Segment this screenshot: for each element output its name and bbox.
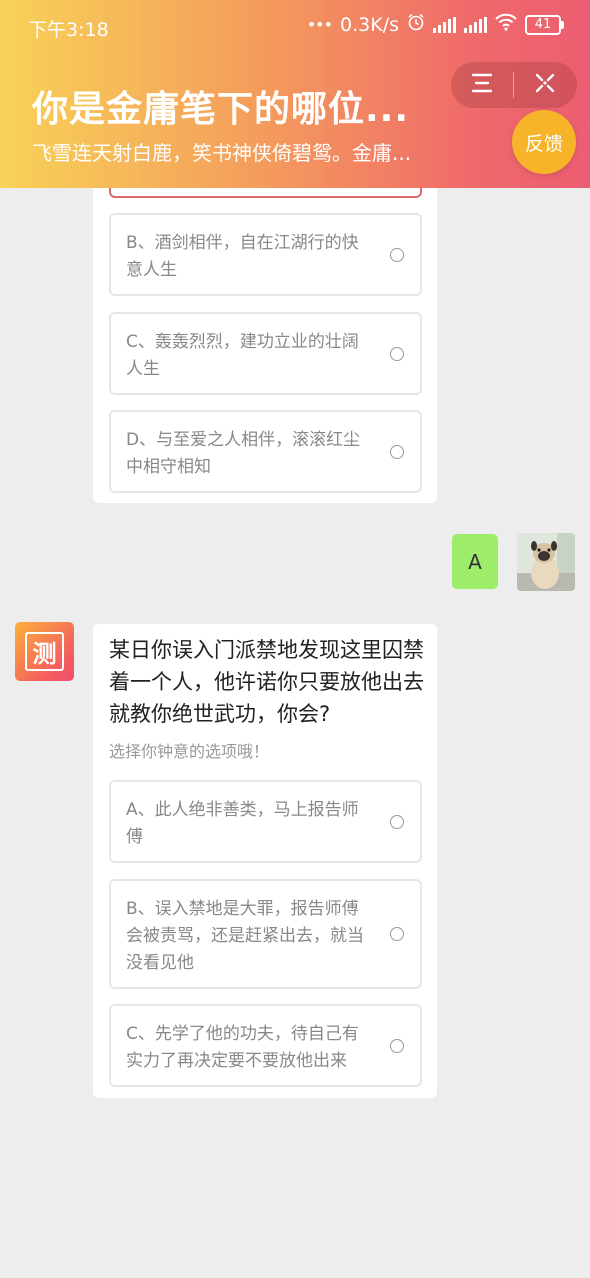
radio-icon [390, 814, 404, 829]
page-title: 你是金庸笔下的哪位... [32, 89, 410, 130]
prev-option-b[interactable]: B、酒剑相伴，自在江湖行的快意人生 [109, 213, 422, 296]
menu-icon [471, 73, 493, 97]
prev-option-c[interactable]: C、轰轰烈烈，建功立业的壮阔人生 [109, 312, 422, 395]
option-text: C、先学了他的功夫，待自己有实力了再决定要不要放他出来 [126, 1024, 359, 1071]
radio-icon [390, 444, 404, 459]
bot-avatar-char: 测 [25, 632, 64, 671]
alarm-icon [407, 13, 425, 36]
question-hint: 选择你钟意的选项哦！ [109, 742, 270, 761]
option-text: D、与至爱之人相伴，滚滚红尘中相守相知 [126, 430, 361, 477]
option-text: B、酒剑相伴，自在江湖行的快意人生 [126, 233, 359, 280]
user-reply-bubble: A [452, 534, 498, 589]
option-a[interactable]: A、此人绝非善类，马上报告师傅 [109, 780, 422, 863]
radio-icon [390, 927, 404, 941]
more-dots-icon: ••• [306, 15, 333, 34]
page-subtitle: 飞雪连天射白鹿，笑书神侠倚碧鸳。金庸... [32, 141, 412, 165]
battery-icon: 41 [525, 14, 564, 35]
option-b[interactable]: B、误入禁地是大罪，报告师傅会被责骂，还是赶紧出去，就当没看见他 [109, 879, 422, 989]
option-c[interactable]: C、先学了他的功夫，待自己有实力了再决定要不要放他出来 [109, 1004, 422, 1087]
question-card: 某日你误入门派禁地发现这里囚禁着一个人，他许诺你只要放他出去就教你绝世武功，你会… [93, 624, 437, 1098]
prev-option-d[interactable]: D、与至爱之人相伴，滚滚红尘中相守相知 [109, 410, 422, 493]
option-text: B、误入禁地是大罪，报告师傅会被责骂，还是赶紧出去，就当没看见他 [126, 899, 364, 973]
radio-icon [390, 346, 404, 361]
app-header: 下午3:18 ••• 0.3K/s 41 你是金庸笔下的哪位... 飞雪连天射白… [0, 0, 590, 188]
option-text: A、此人绝非善类，马上报告师傅 [126, 800, 359, 847]
radio-icon [390, 1038, 404, 1053]
status-time: 下午3:18 [28, 19, 109, 41]
network-speed: 0.3K/s [340, 13, 399, 36]
status-bar: 下午3:18 ••• 0.3K/s 41 [0, 0, 590, 54]
battery-level: 41 [525, 14, 561, 35]
prev-question-card: B、酒剑相伴，自在江湖行的快意人生 C、轰轰烈烈，建功立业的壮阔人生 D、与至爱… [93, 140, 437, 503]
bot-avatar: 测 [15, 622, 74, 681]
close-button[interactable] [514, 62, 576, 108]
signal-1-icon [433, 16, 456, 33]
mini-program-capsule [451, 62, 577, 108]
user-avatar [517, 533, 575, 591]
option-text: C、轰轰烈烈，建功立业的壮阔人生 [126, 332, 359, 379]
feedback-button[interactable]: 反馈 [512, 110, 576, 174]
radio-icon [390, 247, 404, 262]
status-indicators: ••• 0.3K/s 41 [307, 13, 564, 36]
signal-2-icon [464, 16, 487, 33]
question-text: 某日你误入门派禁地发现这里囚禁着一个人，他许诺你只要放他出去就教你绝世武功，你会… [109, 638, 424, 726]
close-icon [533, 71, 557, 99]
wifi-icon [495, 13, 517, 36]
menu-button[interactable] [451, 62, 513, 108]
